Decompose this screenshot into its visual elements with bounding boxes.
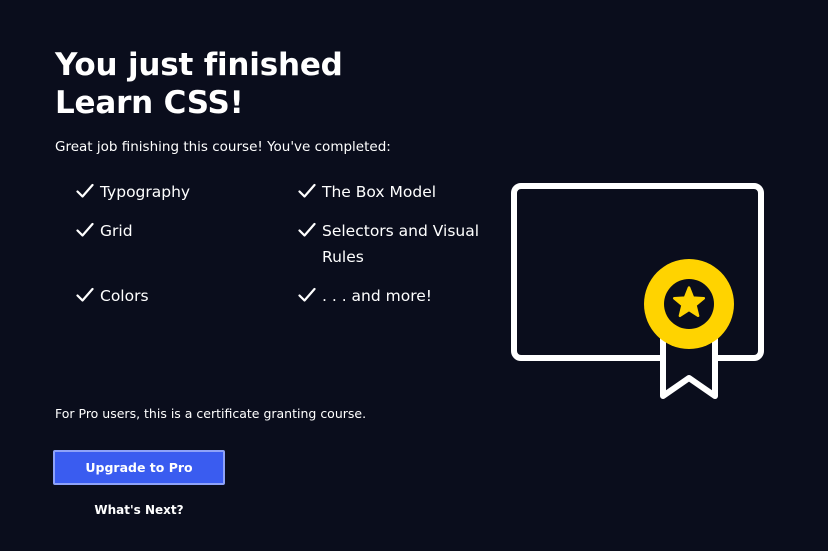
completion-intro: Great job finishing this course! You've … xyxy=(55,139,391,155)
topic-label-line-2: Rules xyxy=(322,248,364,266)
check-icon xyxy=(76,183,94,198)
topic-item-more: . . . and more! xyxy=(298,283,432,309)
certificate-icon xyxy=(511,183,764,399)
topic-label: Grid xyxy=(100,222,133,240)
check-icon xyxy=(298,183,316,198)
check-icon xyxy=(298,287,316,302)
whats-next-link[interactable]: What's Next? xyxy=(53,502,225,518)
topic-item-selectors: Selectors and Visual Rules xyxy=(298,218,479,270)
pro-certificate-note: For Pro users, this is a certificate gra… xyxy=(55,406,367,421)
course-complete-heading: You just finished Learn CSS! xyxy=(55,46,475,122)
topic-label: Colors xyxy=(100,287,149,305)
topic-item-typography: Typography xyxy=(76,179,190,205)
heading-line-2: Learn CSS! xyxy=(55,85,244,121)
topic-item-grid: Grid xyxy=(76,218,133,244)
topic-label: . . . and more! xyxy=(322,287,433,305)
topic-item-box-model: The Box Model xyxy=(298,179,436,205)
check-icon xyxy=(76,287,94,302)
check-icon xyxy=(298,222,316,237)
heading-line-1: You just finished xyxy=(55,47,343,83)
star-badge-icon xyxy=(644,259,734,349)
topic-label: Typography xyxy=(100,183,191,201)
topic-label: Selectors and Visual Rules xyxy=(322,218,479,270)
topic-item-colors: Colors xyxy=(76,283,149,309)
check-icon xyxy=(76,222,94,237)
topic-label: The Box Model xyxy=(322,183,437,201)
topic-label-line-1: Selectors and Visual xyxy=(322,222,480,240)
upgrade-to-pro-button[interactable]: Upgrade to Pro xyxy=(53,450,225,485)
